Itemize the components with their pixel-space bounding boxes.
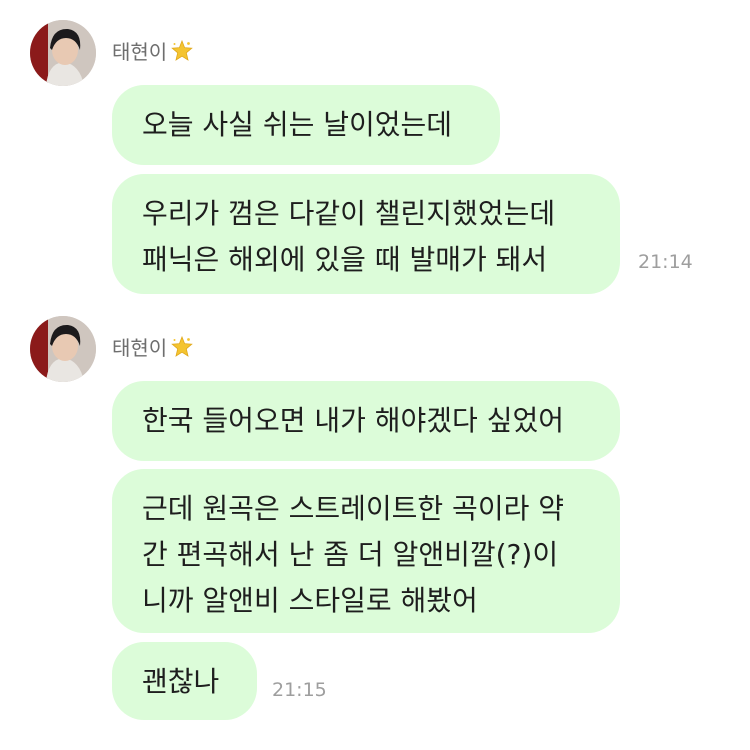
sender-name-text: 태현이	[112, 40, 168, 64]
message-bubble[interactable]: 한국 들어오면 내가 해야겠다 싶었어	[112, 381, 620, 461]
message-timestamp: 21:14	[638, 251, 693, 273]
message-text: 오늘 사실 쉬는 날이었는데	[142, 108, 453, 141]
sender-name: 태현이	[112, 38, 194, 66]
message-text: 괜찮나	[142, 665, 220, 698]
star-icon	[170, 335, 194, 359]
message-text: 근데 원곡은 스트레이트한 곡이라 약	[142, 492, 565, 525]
star-icon	[170, 39, 194, 63]
avatar[interactable]	[30, 316, 96, 382]
message-text: 한국 들어오면 내가 해야겠다 싶었어	[142, 404, 565, 437]
message-bubble[interactable]: 우리가 껌은 다같이 챌린지했었는데 패닉은 해외에 있을 때 발매가 돼서	[112, 174, 620, 294]
sender-name-text: 태현이	[112, 336, 168, 360]
profile-photo	[30, 316, 96, 382]
message-text: 우리가 껌은 다같이 챌린지했었는데	[142, 197, 556, 230]
message-timestamp: 21:15	[272, 679, 327, 701]
message-text: 니까 알앤비 스타일로 해봤어	[142, 584, 478, 617]
chat-screen: 태현이 오늘 사실 쉬는 날이었는데 우리가 껌은 다같이 챌린지했었는데 패닉…	[0, 0, 750, 750]
message-text: 간 편곡해서 난 좀 더 알앤비깔(?)이	[142, 538, 559, 571]
sender-name: 태현이	[112, 334, 194, 362]
message-bubble[interactable]: 괜찮나	[112, 642, 257, 720]
message-bubble[interactable]: 오늘 사실 쉬는 날이었는데	[112, 85, 500, 165]
avatar[interactable]	[30, 20, 96, 86]
message-text: 패닉은 해외에 있을 때 발매가 돼서	[142, 243, 548, 276]
profile-photo	[30, 20, 96, 86]
message-bubble[interactable]: 근데 원곡은 스트레이트한 곡이라 약 간 편곡해서 난 좀 더 알앤비깔(?)…	[112, 469, 620, 633]
